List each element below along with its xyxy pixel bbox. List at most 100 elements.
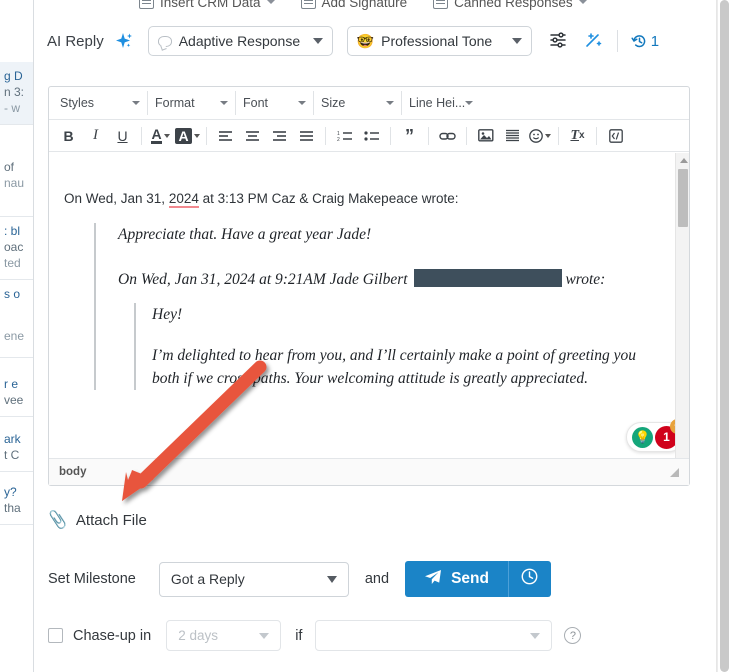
tone-value: Professional Tone [381, 33, 493, 49]
font-label: Font [243, 96, 269, 110]
underline-button[interactable]: U [109, 124, 136, 148]
page-scrollbar[interactable] [717, 0, 732, 672]
styles-label: Styles [60, 96, 95, 110]
line-height-dropdown[interactable]: Line Hei... [402, 91, 480, 115]
insert-crm-data-label: Insert CRM Data [160, 0, 261, 10]
list-item-line1: y? [4, 485, 17, 499]
schedule-send-button[interactable] [508, 561, 551, 597]
sparkle-icon[interactable] [112, 30, 134, 52]
send-label: Send [451, 570, 489, 587]
emoji-button[interactable] [526, 124, 553, 148]
list-item[interactable]: r e vee [0, 358, 33, 417]
list-item-line2: t C [4, 448, 20, 462]
italic-button[interactable]: I [82, 124, 109, 148]
divider [428, 126, 429, 145]
attribution-prefix: On Wed, Jan 31, [64, 191, 169, 206]
list-item-line1: ark [4, 432, 21, 446]
list-item[interactable]: : bl oac ted [0, 217, 33, 280]
chevron-down-icon [259, 632, 270, 639]
bold-button[interactable]: B [55, 124, 82, 148]
horizontal-rule-button[interactable] [499, 124, 526, 148]
attach-file-button[interactable]: 📎 Attach File [47, 510, 147, 531]
align-center-button[interactable] [239, 124, 266, 148]
editor-body[interactable]: On Wed, Jan 31, 2024 at 3:13 PM Caz & Cr… [49, 153, 689, 458]
list-item-line2: vee [4, 393, 24, 407]
page-scrollbar-thumb[interactable] [720, 0, 729, 672]
lightbulb-icon: 💡 [632, 426, 653, 448]
send-button[interactable]: Send [405, 561, 508, 597]
email-content[interactable]: On Wed, Jan 31, 2024 at 3:13 PM Caz & Cr… [49, 153, 674, 458]
editor-status-bar: body [49, 458, 689, 485]
scroll-up-arrow-icon[interactable] [679, 158, 688, 163]
remove-format-sub: x [579, 130, 585, 141]
editor-scrollbar[interactable] [675, 153, 689, 458]
styles-dropdown[interactable]: Styles [53, 91, 148, 115]
list-item-line2: tha [4, 501, 21, 515]
list-item-line1: : bl [4, 224, 21, 238]
tone-select[interactable]: 🤓 Professional Tone [346, 26, 532, 56]
set-milestone-label: Set Milestone [48, 571, 136, 587]
element-path[interactable]: body [59, 466, 86, 478]
quote1-attribution-suffix: wrote: [565, 271, 606, 288]
reply-attribution-line: On Wed, Jan 31, 2024 at 3:13 PM Caz & Cr… [64, 191, 658, 208]
divider [616, 30, 618, 52]
list-item[interactable]: ark t C [0, 417, 33, 472]
magic-wand-icon[interactable] [583, 30, 603, 53]
align-right-button[interactable] [266, 124, 293, 148]
rich-text-editor[interactable]: Styles Format Font Size Line Hei... B I … [48, 86, 690, 486]
sliders-icon[interactable] [548, 30, 568, 53]
quoted-block-level-2: Hey! I’m delighted to hear from you, and… [134, 303, 658, 390]
justify-button[interactable] [293, 124, 320, 148]
chevron-down-icon [544, 133, 551, 138]
source-code-button[interactable] [602, 124, 629, 148]
text-color-letter: A [151, 125, 162, 144]
question-mark-icon[interactable]: ? [564, 627, 582, 644]
divider [390, 126, 391, 145]
blockquote-button[interactable]: ” [396, 124, 423, 148]
if-label: if [295, 627, 303, 644]
bullet-list-button[interactable] [358, 124, 385, 148]
clock-icon [520, 567, 539, 591]
chevron-down-icon [530, 632, 541, 639]
insert-image-button[interactable] [472, 124, 499, 148]
history-button[interactable]: 1 [631, 33, 659, 50]
add-signature-button[interactable]: Add Signature [300, 0, 407, 10]
list-item[interactable]: g D n 3: - w [0, 62, 33, 125]
bg-color-letter: A [175, 127, 192, 144]
divider [325, 126, 326, 145]
list-item[interactable]: y? tha [0, 472, 33, 525]
chase-up-days-select[interactable]: 2 days [166, 620, 282, 651]
format-dropdown[interactable]: Format [148, 91, 236, 115]
size-dropdown[interactable]: Size [314, 91, 402, 115]
insert-crm-data-button[interactable]: Insert CRM Data [139, 0, 275, 10]
conversation-list-panel[interactable]: g D n 3: - w of nau : bl oac ted s o ene… [0, 0, 34, 672]
chevron-down-icon [163, 133, 170, 138]
misspelled-year: 2024 [168, 191, 199, 208]
list-item[interactable]: of nau [0, 125, 33, 217]
align-left-button[interactable] [212, 124, 239, 148]
response-mode-select[interactable]: Adaptive Response [147, 26, 333, 56]
format-label: Format [155, 96, 195, 110]
background-color-button[interactable]: A [174, 124, 201, 148]
scrollbar-thumb[interactable] [678, 169, 688, 227]
ai-reply-toolbar: AI Reply Adaptive Response 🤓 Professiona… [35, 22, 716, 60]
list-item-line3: ted [4, 256, 21, 270]
resize-grip[interactable] [670, 467, 679, 477]
text-color-button[interactable]: A [147, 124, 174, 148]
quote1-attribution: On Wed, Jan 31, 2024 at 9:21AM Jade Gilb… [118, 268, 658, 291]
canned-responses-button[interactable]: Canned Responses [433, 0, 587, 10]
chase-up-row: Chase-up in 2 days if ? [48, 620, 582, 651]
list-item[interactable]: s o ene [0, 280, 33, 358]
chase-up-condition-select[interactable] [315, 620, 553, 651]
chase-up-checkbox[interactable] [48, 628, 63, 643]
and-label: and [364, 571, 390, 587]
chevron-down-icon [220, 101, 228, 105]
chevron-down-icon [132, 101, 140, 105]
numbered-list-button[interactable]: 12 [331, 124, 358, 148]
send-button-group: Send [405, 561, 551, 597]
chase-up-label: Chase-up in [73, 627, 152, 644]
milestone-select[interactable]: Got a Reply [158, 561, 349, 597]
remove-format-button[interactable]: Tx [564, 124, 591, 148]
insert-link-button[interactable] [434, 124, 461, 148]
font-dropdown[interactable]: Font [236, 91, 314, 115]
